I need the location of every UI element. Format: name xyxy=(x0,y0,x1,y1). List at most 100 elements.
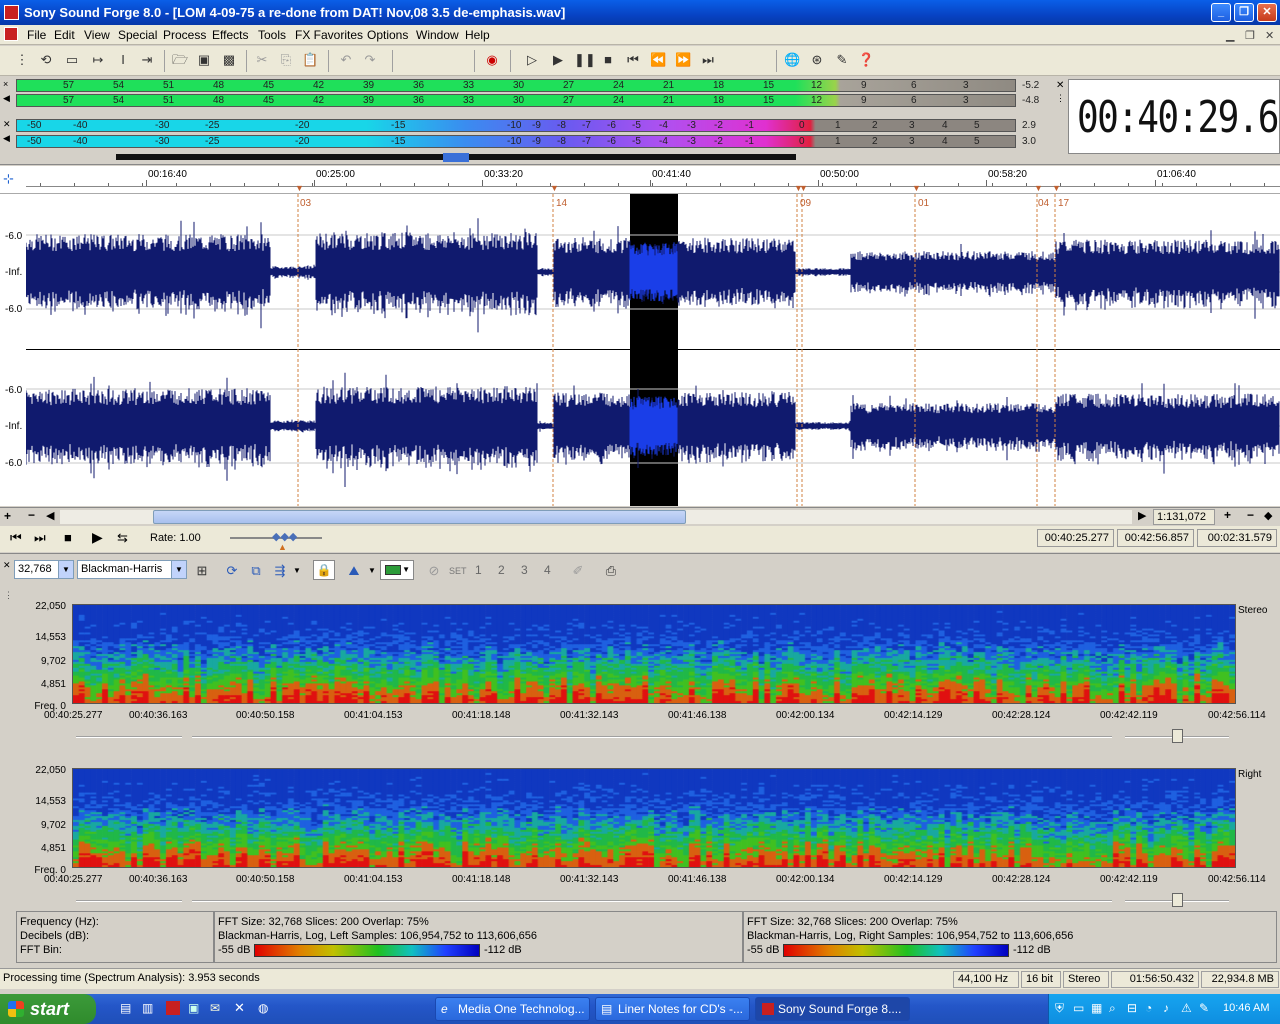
play-icon[interactable]: ▶ xyxy=(550,52,566,68)
spectrum-scroll-track[interactable] xyxy=(192,900,1112,902)
status-bit-depth[interactable]: 16 bit xyxy=(1021,971,1061,988)
snapshot-3-button[interactable]: 3 xyxy=(521,563,528,577)
color-scheme-select[interactable]: ▼ xyxy=(380,560,414,580)
menu-options[interactable]: Options xyxy=(367,28,408,42)
next-button[interactable]: ⏭ xyxy=(34,530,46,546)
soundforge-quicklaunch-icon[interactable] xyxy=(166,1001,180,1015)
mdi-minimize-button[interactable]: ▁ xyxy=(1226,29,1234,42)
refresh-icon[interactable]: ⟳ xyxy=(224,563,240,579)
save-all-icon[interactable]: ▩ xyxy=(221,52,237,68)
marker-flag[interactable]: ▼ xyxy=(295,183,304,193)
position-overview-thumb[interactable] xyxy=(443,153,469,162)
open-folder-icon[interactable]: 🗁 xyxy=(172,52,188,68)
network-icon[interactable]: ⊟ xyxy=(1127,1001,1137,1015)
marker-flag[interactable]: ▼ xyxy=(794,183,803,193)
menu-view[interactable]: View xyxy=(84,28,110,42)
brightness-slider-thumb[interactable] xyxy=(1172,729,1183,743)
pencil-tool-icon[interactable]: ✎ xyxy=(834,52,850,68)
display-mode-icon[interactable]: ⇶ xyxy=(272,563,288,579)
start-button[interactable]: start xyxy=(0,994,96,1024)
zoom-in-button[interactable]: + xyxy=(4,509,11,523)
snapshot-2-button[interactable]: 2 xyxy=(498,563,505,577)
spectrum-scroll-track[interactable] xyxy=(76,900,182,902)
ibeam-icon[interactable]: I xyxy=(115,52,131,68)
marker-flag[interactable]: ▼ xyxy=(912,183,921,193)
selection-length[interactable]: 00:02:31.579 xyxy=(1197,529,1277,547)
insert-icon[interactable]: ⇥ xyxy=(139,52,155,68)
zoom-ratio[interactable]: 1:131,072 xyxy=(1153,509,1215,525)
scrollbar-thumb[interactable] xyxy=(153,510,686,524)
menu-file[interactable]: File xyxy=(27,28,46,42)
spectrogram-stereo[interactable] xyxy=(72,604,1236,704)
edit-tool-icon[interactable]: ⟲ xyxy=(38,52,54,68)
window-function-select[interactable]: Blackman-Harris ▼ xyxy=(77,560,187,579)
close-button[interactable]: ✕ xyxy=(1257,3,1277,22)
meter-close-icon[interactable]: × xyxy=(3,79,8,89)
quicklaunch-icon[interactable]: ▤ xyxy=(120,1001,131,1015)
tray-icon[interactable]: ◔ xyxy=(1145,1001,1152,1015)
document-icon[interactable] xyxy=(4,27,18,41)
shield-icon[interactable]: ⛨ xyxy=(1055,1001,1064,1016)
forward-icon[interactable]: ⏩ xyxy=(675,52,691,68)
paste-icon[interactable]: 📋 xyxy=(302,52,318,68)
scrub-icon[interactable]: ⊛ xyxy=(809,52,825,68)
loop-icon[interactable]: ⇆ xyxy=(117,530,128,546)
fft-size-select[interactable]: 32,768 ▼ xyxy=(14,560,74,579)
graph-type-icon[interactable]: ⛰ xyxy=(346,563,362,579)
search-icon[interactable]: ⌕ xyxy=(1109,1001,1116,1016)
help-icon[interactable]: ❓ xyxy=(858,52,874,68)
cut-icon[interactable]: ✂ xyxy=(254,52,270,68)
menu-tools[interactable]: Tools xyxy=(258,28,286,42)
menu-fx-favorites[interactable]: FX Favorites xyxy=(295,28,363,42)
menu-special[interactable]: Special xyxy=(118,28,157,42)
set-button[interactable]: SET xyxy=(449,566,467,576)
marker-flag[interactable]: ▼ xyxy=(550,183,559,193)
menu-window[interactable]: Window xyxy=(416,28,459,42)
task-liner-notes[interactable]: ▤ Liner Notes for CD's -... xyxy=(595,997,750,1021)
copy-icon[interactable]: ⎘ xyxy=(278,52,294,68)
tray-icon[interactable]: ▦ xyxy=(1091,1001,1102,1015)
spectrum-scroll-track[interactable] xyxy=(76,736,182,738)
tray-icon[interactable]: ✎ xyxy=(1199,1001,1209,1015)
menu-edit[interactable]: Edit xyxy=(54,28,75,42)
quicklaunch-icon[interactable]: ✕ xyxy=(234,1000,245,1016)
go-to-end-icon[interactable]: ⏭ xyxy=(700,52,716,68)
stop-button[interactable]: ■ xyxy=(64,530,72,545)
spectrogram-right[interactable] xyxy=(72,768,1236,868)
quicklaunch-icon[interactable]: ✉ xyxy=(210,1001,220,1015)
rewind-icon[interactable]: ⏪ xyxy=(650,52,666,68)
play-button[interactable]: ▶ xyxy=(92,529,103,546)
graph-type-dropdown[interactable]: ▼ xyxy=(368,566,376,575)
app-icon[interactable] xyxy=(4,5,19,20)
tray-icon[interactable]: ⚠ xyxy=(1181,1001,1192,1015)
trim-icon[interactable]: ↦ xyxy=(90,52,106,68)
maximize-button[interactable]: ❐ xyxy=(1234,3,1254,22)
time-ruler[interactable]: ⊹ 00:16:40 00:25:00 00:33:20 00:41:40 00:50:… xyxy=(0,166,1280,194)
menu-help[interactable]: Help xyxy=(465,28,490,42)
monitor-icon[interactable]: ⧉ xyxy=(248,563,264,579)
marker-flag[interactable]: ▼ xyxy=(1052,183,1061,193)
lock-icon[interactable]: 🔒 xyxy=(313,560,335,580)
display-mode-dropdown[interactable]: ▼ xyxy=(293,566,301,575)
waveform-canvas[interactable]: 03 14 09 01 04 17 xyxy=(26,194,1280,506)
globe-icon[interactable]: 🌐 xyxy=(784,52,800,68)
pause-icon[interactable]: ❚❚ xyxy=(574,52,596,68)
quicklaunch-icon[interactable]: ▥ xyxy=(142,1001,153,1015)
new-file-icon[interactable]: ▭ xyxy=(64,52,80,68)
record-icon[interactable]: ◉ xyxy=(484,52,500,68)
print-icon[interactable]: ⎙ xyxy=(603,563,619,579)
waveform-view[interactable]: -6.0 -Inf. -6.0 -6.0 -Inf. -6.0 03 14 09 01… xyxy=(0,194,1280,506)
volume-icon[interactable]: ♪ xyxy=(1163,1001,1169,1015)
task-sound-forge[interactable]: Sony Sound Forge 8.... xyxy=(755,997,910,1021)
panel-close-icon[interactable]: ✕ xyxy=(3,560,11,571)
vu-collapse-icon[interactable]: ◀ xyxy=(3,133,10,144)
go-to-start-icon[interactable]: ⏮ xyxy=(625,52,641,68)
redo-icon[interactable]: ↷ xyxy=(362,52,378,68)
zoom-arrows-icon[interactable]: ◆ xyxy=(1264,509,1272,522)
meter-collapse-icon[interactable]: ◀ xyxy=(3,93,10,104)
minimize-button[interactable]: _ xyxy=(1211,3,1231,22)
quicklaunch-icon[interactable]: ◍ xyxy=(258,1001,268,1015)
mdi-restore-button[interactable]: ❐ xyxy=(1245,29,1255,42)
play-all-icon[interactable]: ▷ xyxy=(524,52,540,68)
selection-start[interactable]: 00:40:25.277 xyxy=(1037,529,1114,547)
